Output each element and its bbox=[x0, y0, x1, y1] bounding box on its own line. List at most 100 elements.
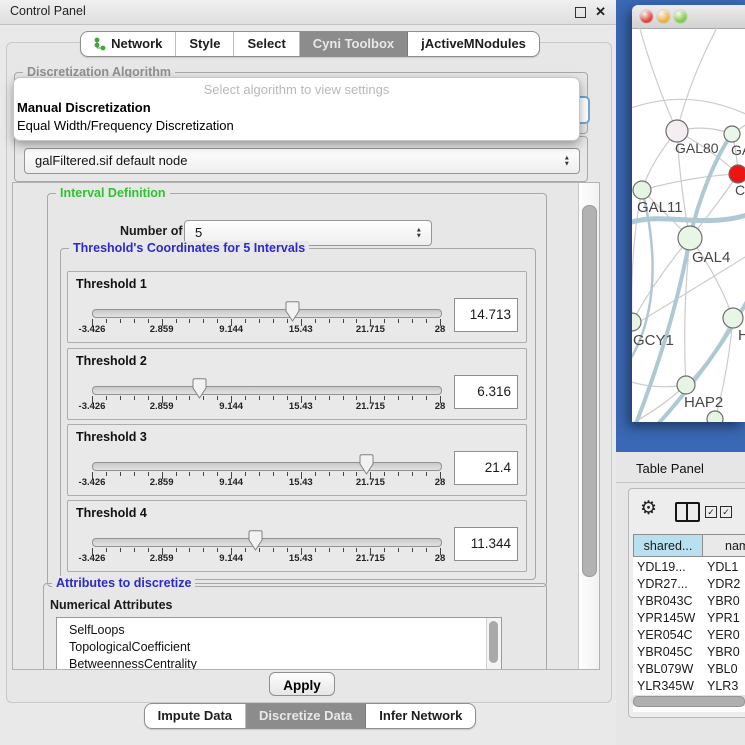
close-icon[interactable]: ✕ bbox=[595, 4, 606, 20]
threshold-value-field[interactable]: 11.344 bbox=[454, 527, 518, 561]
network-node-partial-node[interactable] bbox=[707, 411, 723, 422]
slider-thumb[interactable] bbox=[192, 378, 207, 399]
numerical-attributes-list[interactable]: SelfLoopsTopologicalCoefficientBetweenne… bbox=[56, 617, 502, 670]
network-node-GCY1[interactable] bbox=[632, 313, 641, 331]
slider-thumb[interactable] bbox=[359, 454, 374, 475]
network-node-GAL80[interactable] bbox=[666, 120, 688, 142]
columns-icon[interactable] bbox=[675, 502, 700, 522]
bottom-tab-discretize-data[interactable]: Discretize Data bbox=[246, 704, 366, 728]
checkbox-icon[interactable]: ✓ bbox=[705, 506, 717, 518]
tick-label: 9.144 bbox=[219, 553, 243, 564]
table-hscrollbar-thumb[interactable] bbox=[633, 696, 745, 707]
network-node-HAP2[interactable] bbox=[677, 376, 695, 394]
minor-tick bbox=[398, 396, 399, 400]
table-row[interactable]: YLR345W YLR3 bbox=[633, 678, 745, 695]
threshold-value-field[interactable]: 21.4 bbox=[454, 451, 518, 485]
table-cell-shared-name[interactable]: YBL079W bbox=[637, 661, 693, 678]
threshold-panel: Threshold 4-3.4262.8599.14415.4321.71528… bbox=[67, 500, 527, 572]
tick-label: 28 bbox=[435, 477, 446, 488]
float-window-icon[interactable] bbox=[575, 7, 586, 18]
network-window-titlebar[interactable] bbox=[632, 5, 745, 29]
table-cell-shared-name[interactable]: YBR045C bbox=[637, 644, 693, 661]
table-hscrollbar[interactable] bbox=[631, 695, 745, 706]
slider-track[interactable] bbox=[92, 462, 442, 471]
network-node-label: GAL80 bbox=[675, 140, 719, 156]
table-cell-shared-name[interactable]: YDL19... bbox=[637, 559, 686, 576]
minor-tick bbox=[217, 319, 218, 323]
bottom-tab-infer-network[interactable]: Infer Network bbox=[366, 704, 475, 728]
table-cell-name[interactable]: YDL1 bbox=[707, 559, 738, 576]
slider-thumb[interactable] bbox=[285, 301, 300, 322]
minor-tick bbox=[412, 396, 413, 400]
apply-button[interactable]: Apply bbox=[269, 672, 335, 696]
slider-track[interactable] bbox=[92, 309, 442, 318]
threshold-value-field[interactable]: 14.713 bbox=[454, 298, 518, 332]
tab-network[interactable]: Network bbox=[81, 32, 176, 56]
tab-cyni-toolbox[interactable]: Cyni Toolbox bbox=[300, 32, 408, 56]
list-scrollbar-thumb[interactable] bbox=[489, 621, 498, 663]
network-canvas[interactable]: GAL80GACGAL11GAL4GCY1HHAP2 bbox=[632, 28, 745, 422]
tab-select[interactable]: Select bbox=[234, 32, 299, 56]
network-node-GA[interactable] bbox=[724, 126, 740, 142]
table-row[interactable]: YPR145W YPR1 bbox=[633, 610, 745, 627]
table-row[interactable]: YER054C YER0 bbox=[633, 627, 745, 644]
table-row[interactable]: YBL079W YBL0 bbox=[633, 661, 745, 678]
network-node-red-node[interactable] bbox=[729, 165, 745, 183]
table-cell-shared-name[interactable]: YLR345W bbox=[637, 678, 694, 695]
table-cell-name[interactable]: YBL0 bbox=[707, 661, 738, 678]
table-row[interactable]: YDR27... YDR2 bbox=[633, 576, 745, 593]
table-cell-name[interactable]: YLR3 bbox=[707, 678, 738, 695]
tab-style[interactable]: Style bbox=[176, 32, 234, 56]
threshold-value-field[interactable]: 6.316 bbox=[454, 375, 518, 409]
settings-scrollbar-thumb[interactable] bbox=[582, 205, 597, 577]
table-row[interactable]: YBR043C YBR0 bbox=[633, 593, 745, 610]
table-cell-name[interactable]: YPR1 bbox=[707, 610, 740, 627]
bottom-tab-impute-data[interactable]: Impute Data bbox=[145, 704, 246, 728]
threshold-label: Threshold 4 bbox=[76, 506, 147, 520]
table-row[interactable]: YBR045C YBR0 bbox=[633, 644, 745, 661]
tick-label: 9.144 bbox=[219, 324, 243, 335]
slider-track[interactable] bbox=[92, 538, 442, 547]
close-traffic-light-icon[interactable] bbox=[640, 10, 653, 23]
gear-icon[interactable]: ⚙ bbox=[640, 497, 657, 520]
table-data-combo[interactable]: galFiltered.sif default node ▲▼ bbox=[24, 148, 580, 174]
tab-label: Network bbox=[111, 32, 162, 56]
tick-label: 9.144 bbox=[219, 477, 243, 488]
tick-label: 2.859 bbox=[150, 324, 174, 335]
attribute-list-item[interactable]: BetweennessCentrality bbox=[57, 656, 501, 670]
tick-label: 28 bbox=[435, 324, 446, 335]
settings-scrollbar[interactable] bbox=[578, 183, 599, 669]
network-edge[interactable] bbox=[632, 99, 745, 116]
table-cell-shared-name[interactable]: YDR27... bbox=[637, 576, 688, 593]
minimize-traffic-light-icon[interactable] bbox=[657, 10, 670, 23]
tab-jactivemnodules[interactable]: jActiveMNodules bbox=[408, 32, 539, 56]
slider-thumb[interactable] bbox=[248, 530, 263, 551]
attribute-list-item[interactable]: SelfLoops bbox=[57, 622, 501, 639]
table-cell-name[interactable]: YDR2 bbox=[707, 576, 740, 593]
network-edge[interactable] bbox=[686, 318, 733, 385]
tick-label: 2.859 bbox=[150, 477, 174, 488]
network-edge[interactable] bbox=[677, 28, 720, 131]
network-node-GAL11[interactable] bbox=[633, 181, 651, 199]
network-edge[interactable] bbox=[638, 28, 677, 131]
table-cell-shared-name[interactable]: YER054C bbox=[637, 627, 693, 644]
attribute-list-item[interactable]: TopologicalCoefficient bbox=[57, 639, 501, 656]
algorithm-option[interactable]: Manual Discretization bbox=[17, 100, 151, 115]
network-edge[interactable] bbox=[642, 174, 738, 190]
minor-tick bbox=[287, 472, 288, 476]
table-header-name[interactable]: name bbox=[702, 534, 745, 557]
slider-track[interactable] bbox=[92, 386, 442, 395]
table-cell-shared-name[interactable]: YBR043C bbox=[637, 593, 693, 610]
table-row[interactable]: YDL19... YDL1 bbox=[633, 559, 745, 576]
table-cell-name[interactable]: YBR0 bbox=[707, 644, 740, 661]
table-cell-name[interactable]: YBR0 bbox=[707, 593, 740, 610]
zoom-traffic-light-icon[interactable] bbox=[674, 10, 687, 23]
list-scrollbar[interactable] bbox=[486, 618, 501, 670]
checkbox-icon[interactable]: ✓ bbox=[720, 506, 732, 518]
algorithm-option[interactable]: Equal Width/Frequency Discretization bbox=[17, 118, 234, 133]
table-header-shared-name[interactable]: shared... bbox=[633, 534, 703, 557]
table-cell-shared-name[interactable]: YPR145W bbox=[637, 610, 695, 627]
network-node-GAL4[interactable] bbox=[678, 226, 702, 250]
network-node-H[interactable] bbox=[723, 308, 743, 328]
table-cell-name[interactable]: YER0 bbox=[707, 627, 740, 644]
